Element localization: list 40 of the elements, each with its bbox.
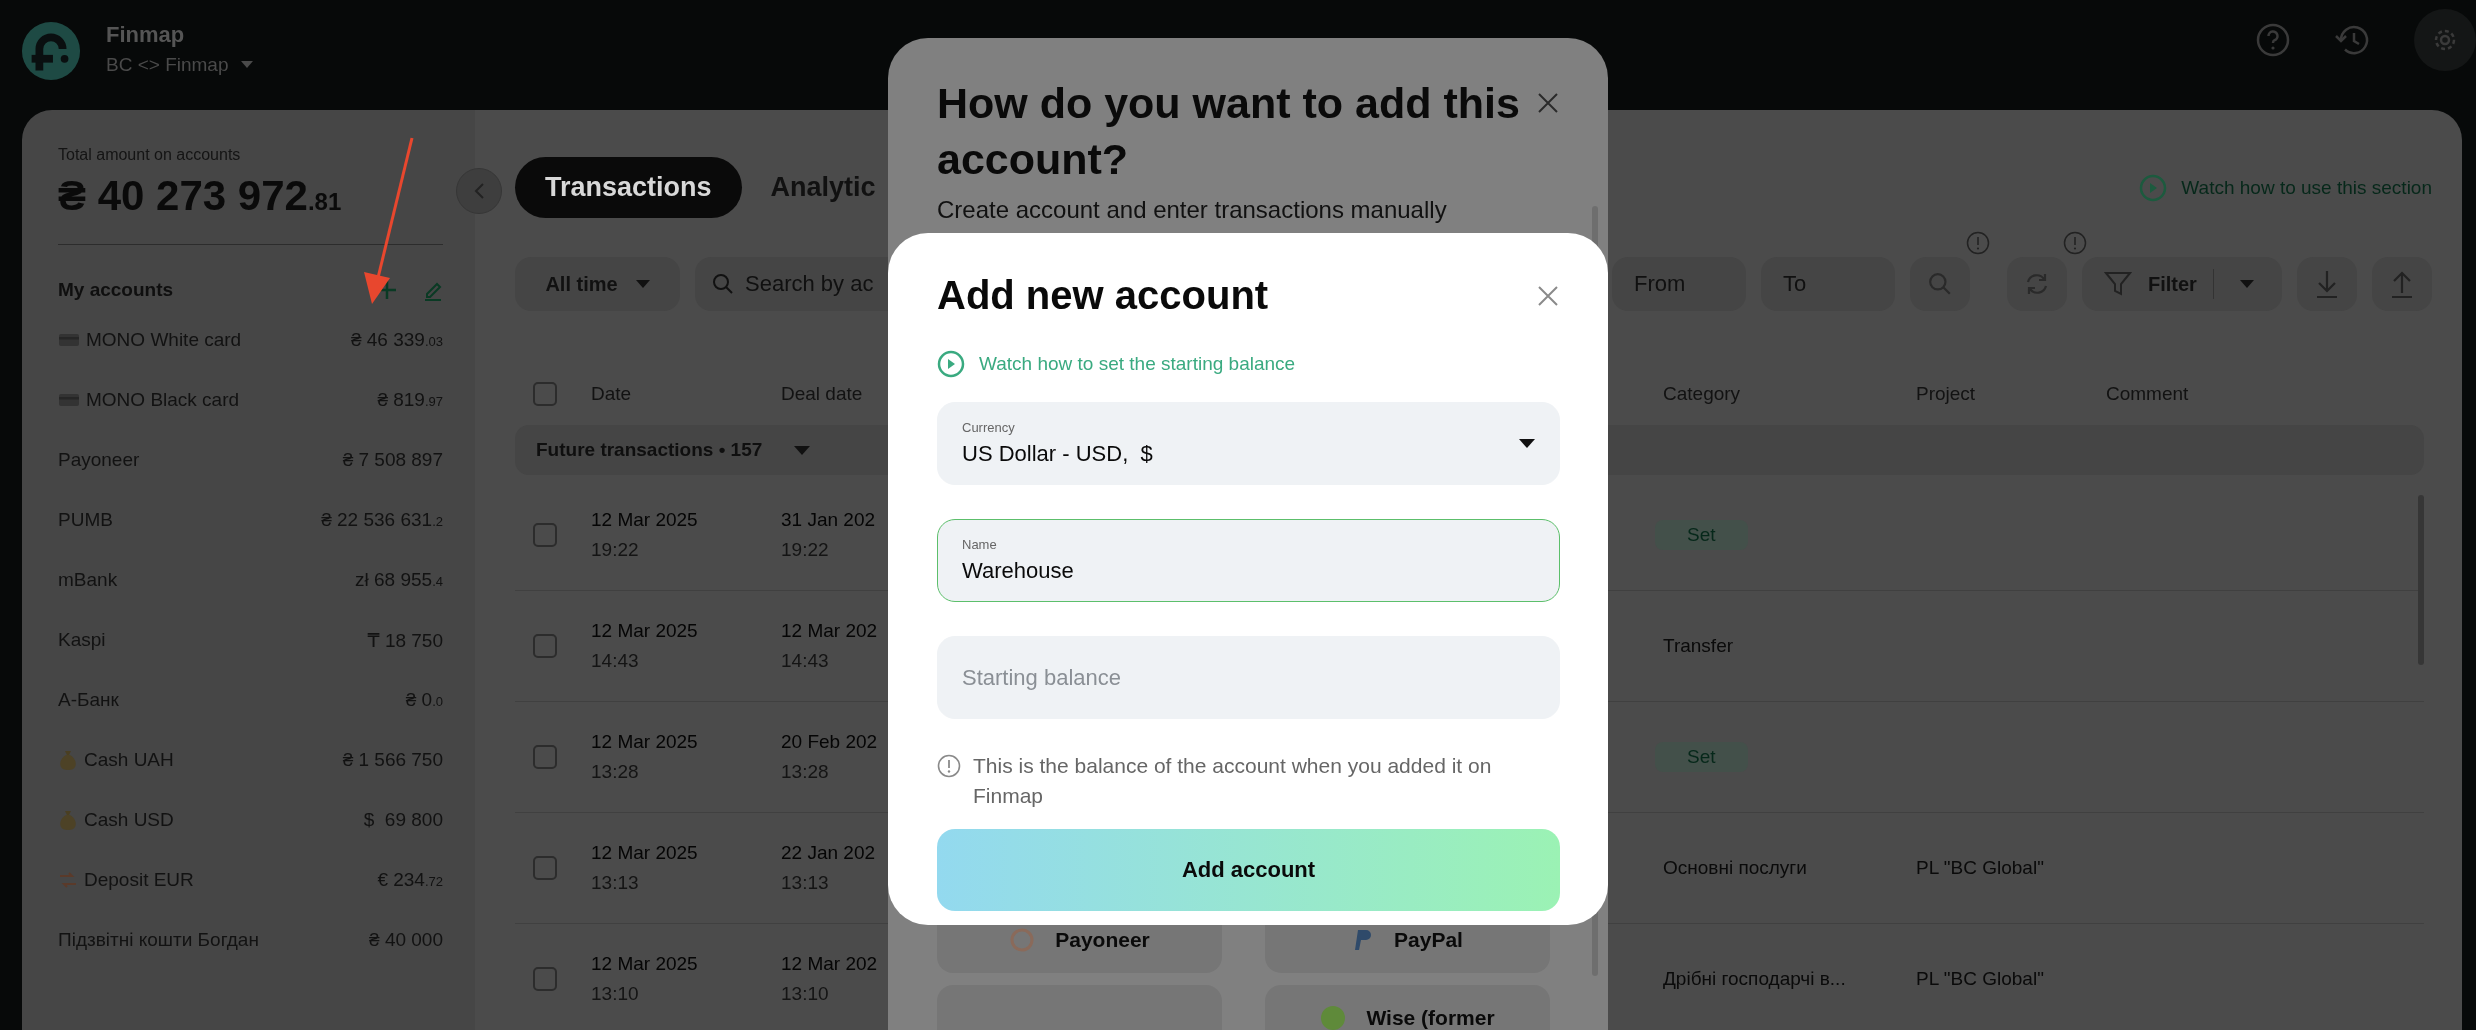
project-cell: PL "BC Global" (1916, 968, 2044, 989)
dialog-title: How do you want to add this account? (937, 78, 1521, 185)
date-cell: 22 Jan 202 (781, 842, 876, 864)
total-amount: ₴ 40 273 972.81 (58, 172, 343, 220)
column-header: Category (1663, 383, 1742, 405)
project-cell: PL "BC Global" (1916, 857, 2044, 878)
column-header: Comment (2106, 383, 2190, 405)
option-name: Payoneer (1055, 928, 1150, 952)
column-header: Project (1916, 383, 1977, 405)
time-cell: 13:13 (781, 872, 829, 894)
watch-link-text: Watch how to use this section (2181, 176, 2432, 199)
option-name: PayPal (1394, 928, 1463, 952)
time-cell: 14:43 (591, 650, 639, 672)
date-cell: 12 Mar 2025 (591, 842, 698, 864)
column-header: Deal date (781, 383, 864, 405)
date-cell: 12 Mar 2025 (591, 509, 698, 531)
date-cell: 12 Mar 202 (781, 620, 878, 642)
category-cell: Дрібні господарчі в... (1663, 968, 1846, 989)
time-cell: 13:10 (781, 983, 829, 1005)
time-cell: 13:28 (781, 761, 829, 783)
date-cell: 12 Mar 2025 (591, 620, 698, 642)
date-cell: 12 Mar 2025 (591, 953, 698, 975)
dialog-title: Add new account (937, 273, 1269, 318)
time-cell: 13:28 (591, 761, 639, 783)
category-cell: Transfer (1663, 635, 1734, 656)
time-cell: 14:43 (781, 650, 829, 672)
hint-text: This is the balance of the account when you added it on Finmap (973, 753, 1493, 809)
date-cell: 12 Mar 202 (781, 953, 878, 975)
date-cell: 31 Jan 202 (781, 509, 876, 531)
date-cell: 20 Feb 202 (781, 731, 878, 753)
column-header: Date (591, 383, 633, 405)
time-cell: 13:10 (591, 983, 639, 1005)
section-title: My accounts (58, 279, 174, 301)
category-cell: Основні послуги (1663, 857, 1807, 878)
time-cell: 13:13 (591, 872, 639, 894)
watch-link-text: Watch how to set the starting balance (979, 353, 1296, 375)
date-cell: 12 Mar 2025 (591, 731, 698, 753)
option-name: Wise (former (1366, 1006, 1495, 1030)
company-name: Finmap (106, 22, 186, 48)
dialog-subtitle: Create account and enter transactions manually (937, 195, 1448, 224)
